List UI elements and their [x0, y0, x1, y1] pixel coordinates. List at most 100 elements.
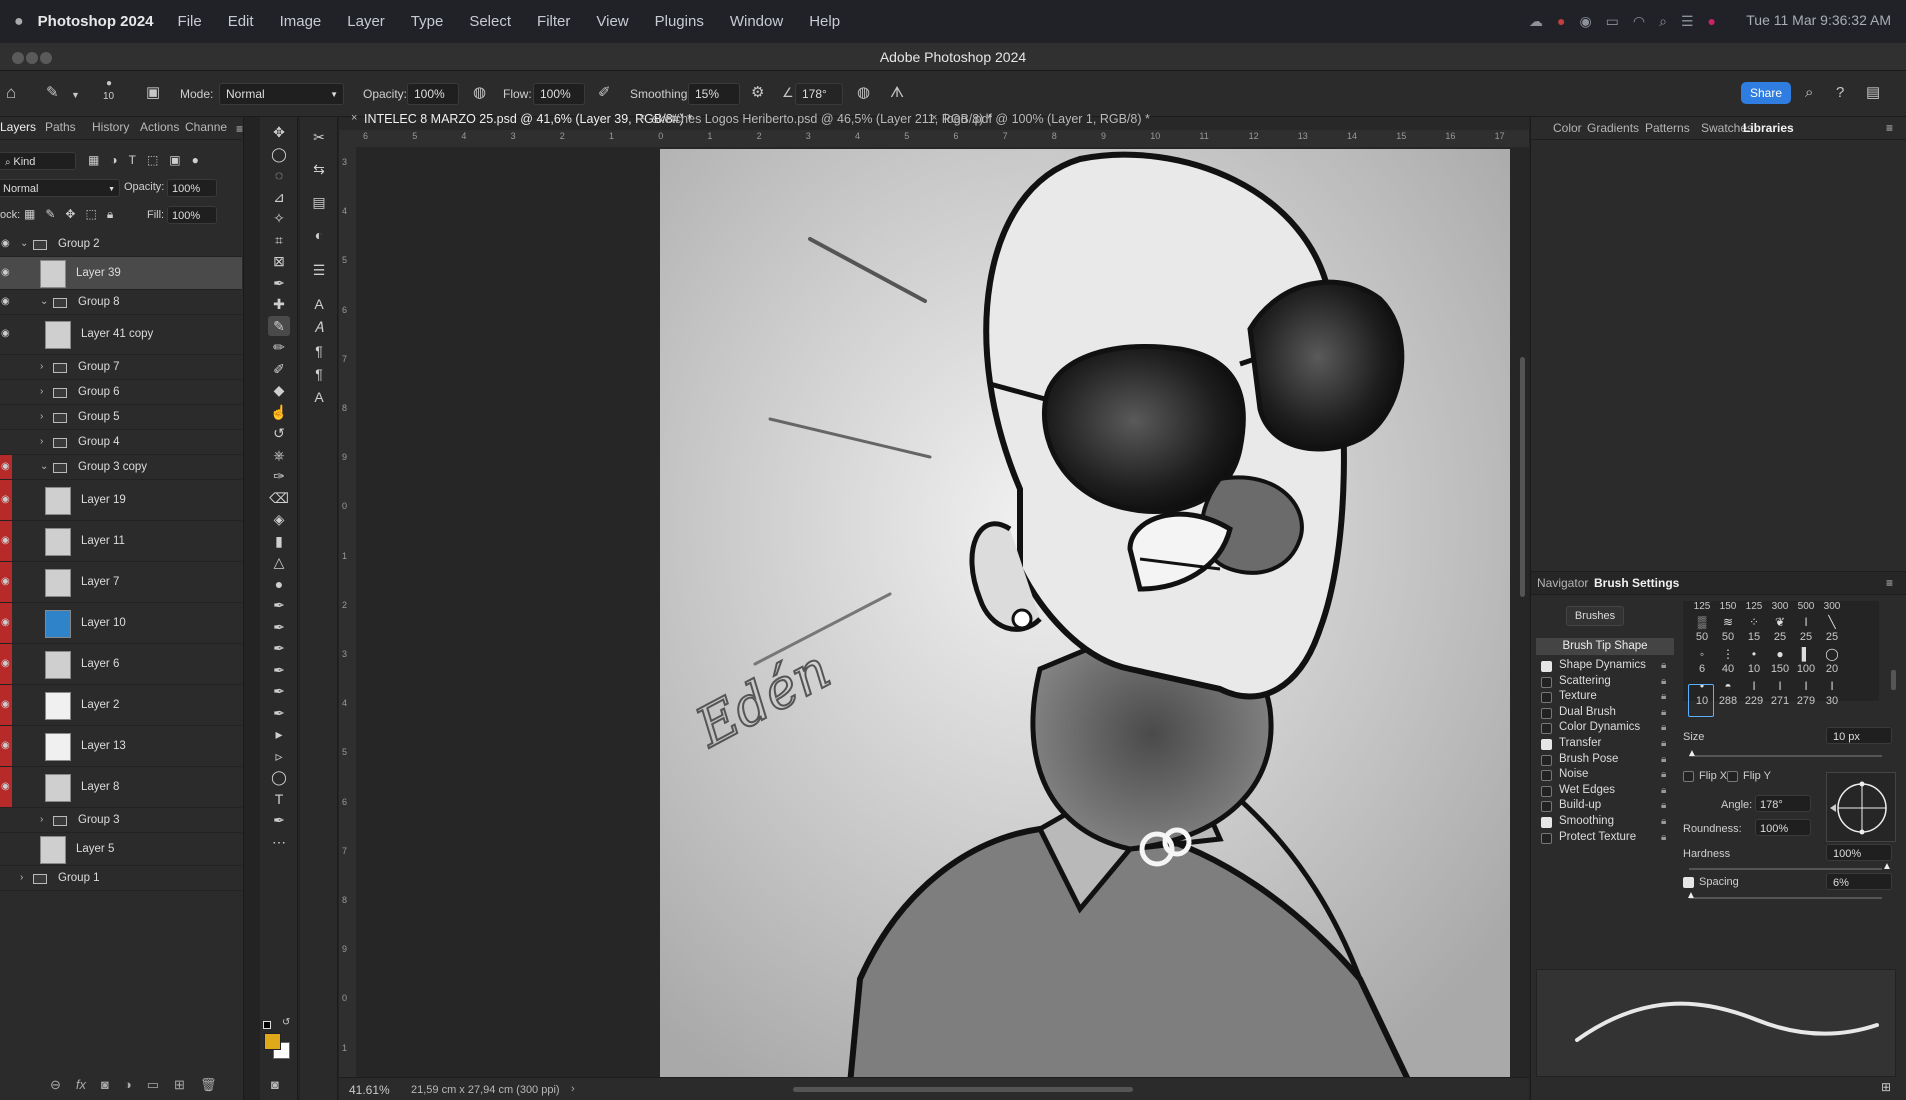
add-anchor-icon[interactable]: ✒ [268, 660, 290, 680]
lock-icon[interactable]: 🔒︎ [1661, 785, 1666, 796]
brush-setting-item[interactable]: Protect Texture [1559, 831, 1636, 843]
freeform-pen-icon[interactable]: ✒ [268, 617, 290, 637]
close-icon[interactable]: × [351, 112, 357, 124]
type-tool-icon[interactable]: T [268, 789, 290, 809]
user-icon[interactable]: ◉ [1579, 13, 1591, 30]
menu-item-file[interactable]: File [178, 13, 202, 30]
setting-checkbox[interactable] [1541, 754, 1552, 766]
link-layers-icon[interactable]: ⊖ [50, 1077, 61, 1093]
brush-tip-preview-icon[interactable]: ǀ [1792, 679, 1820, 693]
menu-item-layer[interactable]: Layer [347, 13, 385, 30]
layer-row[interactable]: ◉ Layer 2 [0, 685, 242, 726]
visibility-eye-icon[interactable] [0, 833, 12, 865]
spacing-checkbox[interactable] [1683, 877, 1694, 888]
layer-opacity-field[interactable]: 100% [167, 179, 217, 197]
paragraph-styles-icon[interactable]: ¶ [308, 364, 330, 384]
visibility-eye-icon[interactable]: ◉ [0, 644, 12, 684]
chevron-right-icon[interactable]: › [571, 1083, 575, 1095]
layer-row[interactable]: ◉ Layer 7 [0, 562, 242, 603]
tab-patterns[interactable]: Patterns [1645, 121, 1690, 135]
quick-mask-icon[interactable]: ◙ [271, 1077, 279, 1092]
menu-item-help[interactable]: Help [809, 13, 840, 30]
menu-item-window[interactable]: Window [730, 13, 783, 30]
brush-tip-shape-item[interactable]: Brush Tip Shape [1536, 638, 1674, 655]
angle-field[interactable]: 178° [1755, 795, 1811, 812]
properties-icon[interactable]: ☰ [308, 260, 330, 280]
size-slider-handle[interactable]: ▲ [1687, 748, 1697, 759]
filter-kind-select[interactable]: ⌕ Kind [0, 152, 76, 170]
brush-setting-item[interactable]: Color Dynamics [1559, 721, 1640, 733]
chevron-right-icon[interactable]: › [20, 872, 23, 883]
adjustment-filter-icon[interactable]: ◑ [110, 153, 117, 167]
lock-icon[interactable]: 🔒︎ [1661, 832, 1666, 843]
battery-icon[interactable]: ▭ [1606, 13, 1619, 30]
fill-field[interactable]: 100% [167, 206, 217, 224]
angle-roundness-widget[interactable] [1826, 772, 1896, 842]
trash-icon[interactable]: 🗑︎ [200, 1077, 217, 1093]
brush-tip-preview-icon[interactable]: ● [1766, 647, 1794, 661]
tab-paths[interactable]: Paths [45, 120, 76, 134]
pencil-tool-icon[interactable]: ✏ [268, 337, 290, 357]
chevron-down-icon[interactable]: ⌄ [20, 238, 28, 249]
angle-icon[interactable]: ∠ [782, 85, 794, 101]
size-field[interactable]: 10 px [1826, 727, 1892, 744]
menu-item-select[interactable]: Select [469, 13, 511, 30]
brush-tip-preview-icon[interactable]: ≋ [1714, 615, 1742, 629]
setting-checkbox[interactable] [1541, 770, 1552, 782]
layer-row[interactable]: › Group 3 [0, 808, 242, 833]
vertical-scrollbar[interactable] [1520, 357, 1525, 597]
visibility-eye-icon[interactable]: ◉ [0, 603, 12, 643]
menu-item-image[interactable]: Image [280, 13, 322, 30]
tab-libraries[interactable]: Libraries [1743, 121, 1794, 135]
visibility-eye-icon[interactable]: ◉ [0, 290, 12, 314]
visibility-eye-icon[interactable]: ◉ [0, 562, 12, 602]
apple-icon[interactable]: ● [14, 13, 24, 31]
layer-row[interactable]: ◉ Layer 19 [0, 480, 242, 521]
scissors-icon[interactable]: ✂ [308, 127, 330, 147]
tab-layers[interactable]: Layers [0, 120, 36, 134]
healing-brush-icon[interactable]: ✚ [268, 294, 290, 314]
color-wheel-icon[interactable]: ◐ [308, 225, 330, 245]
lasso-tool-icon[interactable]: ◌ [268, 165, 290, 185]
visibility-eye-icon[interactable] [0, 355, 12, 379]
curvature-pen-icon[interactable]: ✒ [268, 638, 290, 658]
layer-row[interactable]: ◉ Layer 11 [0, 521, 242, 562]
flow-field[interactable]: 100% [533, 83, 585, 105]
brush-tip-preview-icon[interactable]: ╲ [1818, 615, 1846, 629]
symmetry-icon[interactable]: ᗑ [890, 85, 904, 101]
visibility-eye-icon[interactable]: ◉ [0, 480, 12, 520]
lock-icon[interactable]: 🔒︎ [1661, 754, 1666, 765]
chevron-down-icon[interactable]: ▼ [71, 87, 80, 103]
lock-image-icon[interactable]: ✎ [45, 207, 55, 222]
visibility-eye-icon[interactable]: ◉ [0, 455, 12, 479]
creative-cloud-icon[interactable]: ☁ [1529, 13, 1543, 30]
menubar-datetime[interactable]: Tue 11 Mar 9:36:32 AM [1746, 12, 1891, 28]
brush-tip-preview-icon[interactable]: ◯ [1818, 647, 1846, 661]
panel-menu-icon[interactable]: ≡ [236, 121, 243, 137]
new-group-icon[interactable]: ▭ [147, 1077, 159, 1093]
lock-icon[interactable]: 🔒︎ [1661, 769, 1666, 780]
brush-tip-preview-icon[interactable]: ❦ [1766, 615, 1794, 629]
brush-setting-item[interactable]: Smoothing [1559, 815, 1614, 827]
spacing-slider-handle[interactable]: ▲ [1686, 890, 1696, 901]
brush-setting-item[interactable]: Texture [1559, 690, 1597, 702]
brush-tip-preview-icon[interactable]: ǀ [1818, 679, 1846, 693]
visibility-eye-icon[interactable] [0, 808, 12, 832]
layer-row[interactable]: › Group 6 [0, 380, 242, 405]
layer-row[interactable]: ◉ ⌄ Group 2 [0, 232, 242, 257]
layer-row[interactable]: ◉ Layer 41 copy [0, 315, 242, 355]
brush-tip-preview-icon[interactable]: ◓ [1714, 679, 1742, 693]
brush-setting-item[interactable]: Dual Brush [1559, 706, 1616, 718]
flip-x-checkbox[interactable] [1683, 771, 1694, 782]
setting-checkbox[interactable] [1541, 739, 1552, 750]
pressure-size-icon[interactable]: ◍ [857, 85, 870, 101]
chevron-right-icon[interactable]: › [40, 436, 43, 447]
add-mask-icon[interactable]: ◙ [101, 1077, 109, 1093]
delete-anchor-icon[interactable]: ✒ [268, 681, 290, 701]
character-icon[interactable]: A [308, 294, 330, 314]
close-icon[interactable]: × [931, 112, 937, 124]
visibility-eye-icon[interactable] [0, 430, 12, 454]
visibility-eye-icon[interactable]: ◉ [0, 685, 12, 725]
magic-wand-icon[interactable]: ✧ [268, 208, 290, 228]
brush-tip-preview-icon[interactable]: ▌ [1792, 647, 1820, 661]
